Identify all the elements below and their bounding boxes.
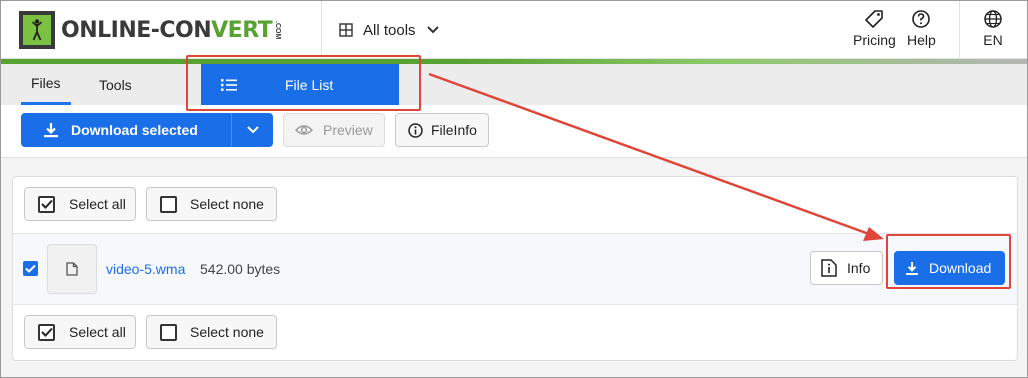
fileinfo-label: FileInfo [431, 122, 477, 138]
file-icon [66, 262, 78, 276]
globe-icon [984, 10, 1002, 28]
annotation-highlight-download [886, 234, 1011, 289]
info-document-icon [821, 259, 837, 277]
price-tag-icon [865, 10, 884, 28]
checkbox-empty-icon [160, 323, 177, 341]
select-all-button-top[interactable]: Select all [24, 187, 136, 221]
annotation-highlight-file-list [186, 55, 421, 111]
file-row-checkbox[interactable] [23, 261, 38, 276]
checkbox-checked-icon [38, 195, 55, 213]
all-tools-menu[interactable]: All tools [339, 1, 440, 59]
file-list-panel: Select all Select none video-5.wma 542.0… [12, 176, 1018, 361]
language-selector[interactable]: EN [983, 9, 1003, 48]
help-label: Help [907, 32, 936, 48]
checkbox-empty-icon [160, 195, 177, 213]
tab-bar: Files Tools File List [1, 64, 1027, 105]
site-logo[interactable]: ONLINE-CONVERT .COM [19, 11, 281, 49]
eye-icon [295, 125, 313, 135]
logo-text-part-a: ONLINE-CON [61, 17, 212, 43]
select-all-label: Select all [69, 324, 126, 340]
logo-text-part-b: VERT [211, 17, 273, 43]
fileinfo-button[interactable]: FileInfo [395, 113, 489, 147]
help-link[interactable]: Help [907, 9, 936, 48]
help-icon [912, 10, 931, 28]
header-divider [959, 1, 960, 59]
file-thumbnail [47, 244, 97, 294]
app-window: ONLINE-CONVERT .COM All tools Pricing He… [0, 0, 1028, 378]
tab-files[interactable]: Files [21, 64, 71, 105]
logo-mark-icon [19, 11, 55, 49]
info-circle-icon [408, 122, 423, 138]
preview-label: Preview [323, 122, 373, 138]
download-icon [44, 123, 58, 138]
download-selected-label: Download selected [71, 122, 198, 138]
pricing-label: Pricing [853, 32, 896, 48]
tab-tools-label: Tools [99, 76, 132, 93]
file-info-button[interactable]: Info [810, 251, 883, 285]
select-none-label: Select none [190, 324, 264, 340]
logo-wordmark: ONLINE-CONVERT [61, 17, 273, 43]
file-info-label: Info [847, 260, 871, 276]
all-tools-label: All tools [363, 21, 416, 39]
action-toolbar: Download selected Preview FileInfo [1, 105, 1027, 157]
download-selected-button[interactable]: Download selected [21, 113, 231, 147]
file-name-link[interactable]: video-5.wma [106, 261, 185, 277]
checkmark-icon [25, 264, 36, 273]
table-row: video-5.wma 542.00 bytes Info Download [13, 234, 1017, 304]
tab-files-label: Files [31, 75, 61, 91]
header-divider [321, 1, 322, 59]
download-options-dropdown[interactable] [231, 113, 273, 147]
select-all-label: Select all [69, 196, 126, 212]
select-none-label: Select none [190, 196, 264, 212]
preview-button[interactable]: Preview [283, 113, 385, 147]
row-divider [13, 304, 1017, 305]
chevron-down-icon [426, 26, 439, 34]
language-label: EN [983, 32, 1003, 48]
checkbox-checked-icon [38, 323, 55, 341]
chevron-down-icon [246, 126, 259, 134]
select-none-button-top[interactable]: Select none [146, 187, 277, 221]
logo-com: .COM [274, 20, 282, 40]
grid-icon [339, 23, 353, 37]
tab-tools[interactable]: Tools [99, 64, 132, 105]
pricing-link[interactable]: Pricing [853, 9, 896, 48]
select-all-button-bottom[interactable]: Select all [24, 315, 136, 349]
top-header: ONLINE-CONVERT .COM All tools Pricing He… [1, 1, 1027, 59]
file-size: 542.00 bytes [200, 261, 281, 277]
logo-figure-icon [32, 19, 42, 41]
select-none-button-bottom[interactable]: Select none [146, 315, 277, 349]
